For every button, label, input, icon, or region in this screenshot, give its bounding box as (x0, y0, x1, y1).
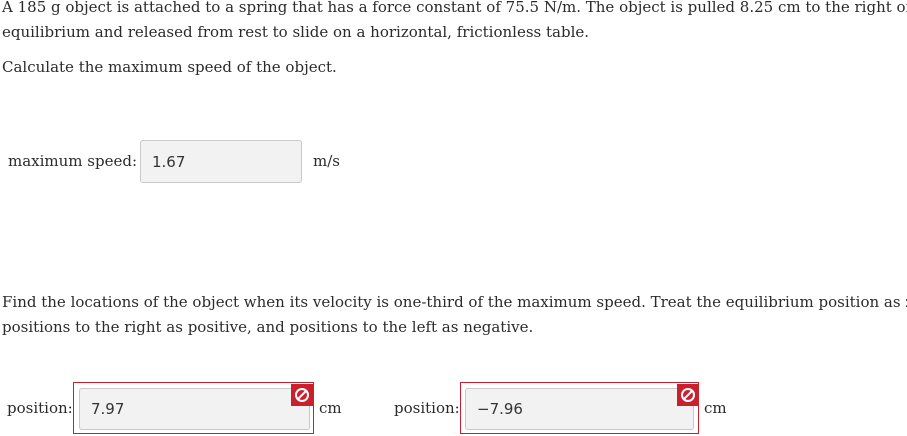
incorrect-icon (291, 384, 313, 406)
incorrect-icon (677, 384, 699, 406)
position-1-label: position: (7, 399, 73, 417)
position-2-unit: cm (704, 399, 727, 417)
position-2-input[interactable]: −7.96 (465, 388, 694, 430)
part2-prompt-line-2: positions to the right as positive, and … (2, 318, 534, 336)
problem-text-line-2: equilibrium and released from rest to sl… (2, 23, 590, 41)
max-speed-label: maximum speed: (8, 152, 138, 170)
part1-prompt: Calculate the maximum speed of the objec… (2, 58, 337, 76)
position-1-unit: cm (319, 399, 342, 417)
max-speed-input[interactable]: 1.67 (140, 140, 302, 183)
position-1-input[interactable]: 7.97 (79, 388, 310, 430)
problem-text-line-1: A 185 g object is attached to a spring t… (2, 0, 907, 16)
part2-prompt-line-1: Find the locations of the object when it… (2, 293, 907, 311)
max-speed-unit: m/s (313, 152, 340, 170)
position-2-label: position: (394, 399, 460, 417)
